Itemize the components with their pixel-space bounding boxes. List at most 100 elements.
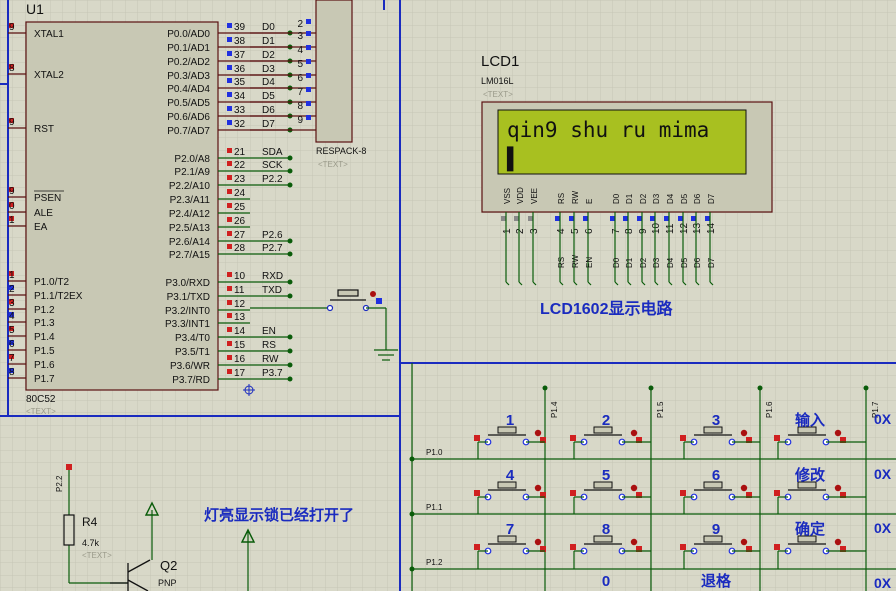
pin-number: 33 [234,105,246,116]
net-label: D5 [262,91,275,102]
key-label: 6 [712,467,720,484]
pin-marker [227,272,232,277]
edge-label: 0X [874,411,892,427]
pin-name: P1.2 [34,305,55,316]
pin-number: 28 [234,243,246,254]
keypad-key[interactable]: 退格 [701,572,732,590]
pin-number: 9 [297,115,303,126]
pin-marker [227,148,232,153]
lcd-pin-number: 6 [584,228,595,234]
lcd-pin-number: 8 [624,228,635,234]
lcd-net-label: D3 [652,257,661,268]
pin-name: P0.5/AD5 [167,98,210,109]
lcd-ref: LCD1 [481,53,519,70]
lcd-pin-name: VDD [516,187,525,204]
pin-number: 10 [234,271,246,282]
pin-number: 34 [234,91,246,102]
lcd-pin-name: D1 [625,193,634,204]
key-label: 8 [602,521,610,538]
pin-name: P3.4/T0 [175,333,210,344]
pin-marker [570,544,576,550]
pin-marker [610,216,615,221]
pin-marker [680,490,686,496]
pin-number: 13 [234,312,246,323]
junction-dot [287,155,293,161]
keypad-key[interactable]: 0 [602,573,610,590]
pin-marker [227,175,232,180]
pin-name: P1.6 [34,360,55,371]
pin-number: 27 [234,230,246,241]
lcd-pin-number: 1 [502,228,513,234]
pin-marker [680,435,686,441]
pin-name: RST [34,124,54,135]
lcd-net-label: D5 [680,257,689,268]
col-label: P1.6 [765,401,774,418]
lcd-net-label: D2 [639,257,648,268]
pin-name: P2.0/A8 [174,154,210,165]
pin-dot [834,538,842,546]
junction-dot [287,348,293,354]
pin-marker [774,435,780,441]
junction-dot [287,168,293,174]
lcd-net-label: D6 [693,257,702,268]
pin-marker [306,73,311,78]
junction-dot [287,251,293,257]
lcd-pin-name: D7 [707,193,716,204]
pin-name: P2.1/A9 [174,167,210,178]
net-label: P2.2 [262,174,283,185]
pin-name: P2.3/A11 [170,195,211,206]
pin-marker [227,106,232,111]
q2-ref: Q2 [160,558,177,573]
pin-marker [227,300,232,305]
net-label: D2 [262,50,275,61]
pin-name: P1.3 [34,318,55,329]
pin-dot [534,429,542,437]
pin-name: EA [34,222,48,233]
pin-number: 22 [234,160,246,171]
pin-marker [678,216,683,221]
lcd-text-tag: <TEXT> [483,90,513,99]
pin-marker [583,216,588,221]
pin-marker [705,216,710,221]
pin-marker [501,216,506,221]
lcd-pin-name: D0 [612,193,621,204]
pin-number: 11 [234,285,245,296]
pin-number: 7 [9,353,15,364]
lcd-net-label: D4 [666,257,675,268]
junction-dot [757,385,763,391]
lock-open-note: 灯亮显示锁已经打开了 [204,506,354,524]
pin-number: 16 [234,354,246,365]
r4-value: 4.7k [82,538,100,548]
pin-dot [834,429,842,437]
pin-number: 39 [234,22,246,33]
lcd-pin-name: D5 [680,193,689,204]
r4-ref: R4 [82,515,98,529]
pin-number: 26 [234,216,246,227]
lcd-pin-number: 4 [556,228,567,234]
pin-number: 1 [9,215,15,226]
pin-name: P0.1/AD1 [167,43,210,54]
net-label: D1 [262,36,275,47]
net-label: SDA [262,147,283,158]
pin-number: 24 [234,188,246,199]
lcd-pin-name: VEE [530,188,539,204]
schematic-canvas[interactable]: U1 9 XTAL1 8 XTAL2 9 RST 9 PSEN 0 ALE 1 EA 1 P1.0/T2 2… [0,0,896,591]
pin-marker [227,231,232,236]
pin-name: P3.5/T1 [175,347,210,358]
pin-name: P3.7/RD [172,375,210,386]
pin-marker [774,490,780,496]
pin-marker [227,161,232,166]
pin-number: 9 [9,22,15,33]
pin-marker [227,203,232,208]
pin-number: 2 [297,19,303,30]
lcd-pin-number: 9 [638,228,649,234]
lcd-pin-name: D2 [639,193,648,204]
pin-name: P0.6/AD6 [167,112,210,123]
pin-dot [630,429,638,437]
key-label: 修改 [794,466,826,484]
row-label: P1.2 [426,558,443,567]
pin-marker [650,216,655,221]
lcd-pin-number: 7 [611,228,622,234]
lcd-pin-name: RS [557,193,566,204]
lcd-part: LM016L [481,76,514,86]
